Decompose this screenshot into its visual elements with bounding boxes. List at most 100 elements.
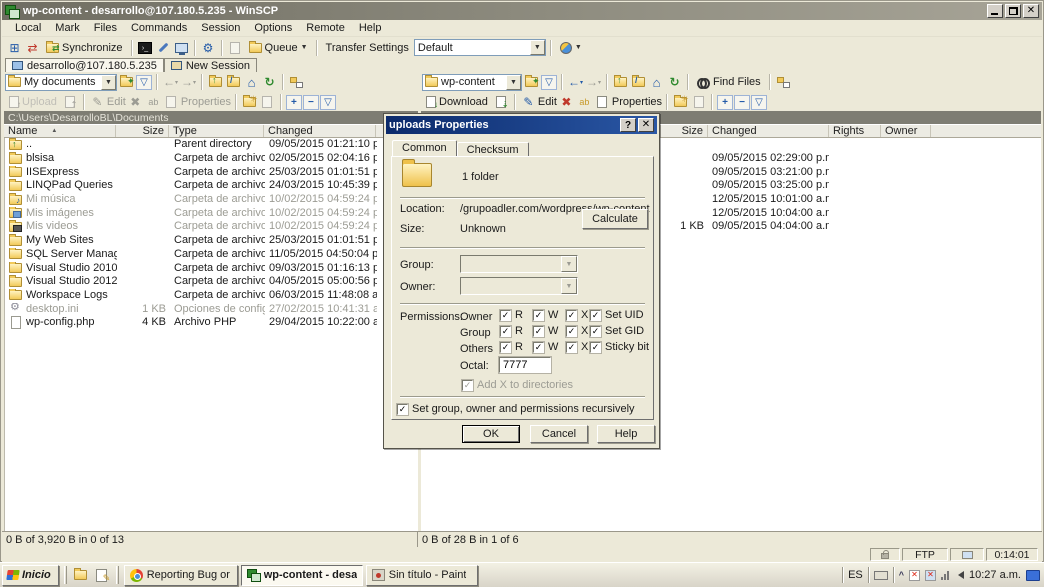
- remote-select-remove-button[interactable]: −: [734, 95, 750, 110]
- table-row[interactable]: Workspace Logs Carpeta de archivos 06/03…: [5, 289, 418, 303]
- local-properties-icon[interactable]: [163, 94, 180, 110]
- remote-forward-icon[interactable]: →▾: [585, 74, 602, 90]
- close-button[interactable]: ✕: [1023, 4, 1039, 18]
- setgid-checkbox[interactable]: ✓Set GID: [590, 325, 644, 337]
- task-winscp-button[interactable]: wp-content - desarrol...: [241, 565, 363, 586]
- transfer-settings-combo[interactable]: Default ▼: [414, 39, 546, 56]
- tab-common[interactable]: Common: [392, 140, 457, 157]
- local-select-add-button[interactable]: +: [286, 95, 302, 110]
- table-row[interactable]: Mis videos Carpeta de archivos 10/02/201…: [5, 220, 418, 234]
- table-row[interactable]: IISExpress Carpeta de archivos 25/03/201…: [5, 165, 418, 179]
- local-parent-directory-icon[interactable]: ↑: [207, 74, 224, 90]
- local-refresh-icon[interactable]: ↻: [261, 74, 278, 90]
- owner-execute-checkbox[interactable]: ✓X: [566, 309, 588, 321]
- column-header-size[interactable]: Size: [661, 125, 708, 137]
- table-row[interactable]: .. Parent directory 09/05/2015 01:21:10 …: [5, 138, 418, 152]
- commander-layout-icon[interactable]: ⊞: [6, 40, 23, 56]
- remote-delete-icon[interactable]: ✖: [558, 94, 575, 110]
- table-row[interactable]: My Web Sites Carpeta de archivos 25/03/2…: [5, 234, 418, 248]
- menu-item-remote[interactable]: Remote: [299, 21, 352, 35]
- task-paint-button[interactable]: Sin título - Paint: [366, 565, 478, 586]
- table-row[interactable]: Mi música Carpeta de archivos 10/02/2015…: [5, 193, 418, 207]
- recursive-checkbox[interactable]: ✓Set group, owner and permissions recurs…: [397, 403, 635, 415]
- local-filter-icon[interactable]: ▽: [136, 75, 152, 90]
- menu-item-session[interactable]: Session: [194, 21, 247, 35]
- table-row[interactable]: SQL Server Manageme... Carpeta de archiv…: [5, 248, 418, 262]
- setuid-checkbox[interactable]: ✓Set UID: [590, 309, 644, 321]
- menu-item-options[interactable]: Options: [247, 21, 299, 35]
- dialog-close-button[interactable]: ✕: [638, 118, 654, 132]
- column-header-changed[interactable]: Changed: [708, 125, 829, 137]
- start-button[interactable]: Inicio: [2, 565, 59, 586]
- quicklaunch-notepad-button[interactable]: [93, 566, 111, 584]
- group-write-checkbox[interactable]: ✓W: [533, 325, 558, 337]
- local-home-icon[interactable]: ⌂: [243, 74, 260, 90]
- owner-write-checkbox[interactable]: ✓W: [533, 309, 558, 321]
- queue-button[interactable]: Queue ▼: [245, 39, 312, 57]
- restore-button[interactable]: [1005, 4, 1021, 18]
- help-button-titlebar[interactable]: ?: [620, 118, 636, 132]
- owner-combo[interactable]: ▼: [460, 277, 578, 295]
- signal-strength-icon[interactable]: [941, 571, 949, 580]
- remote-properties-label[interactable]: Properties: [612, 96, 662, 108]
- chevron-down-icon[interactable]: ▼: [530, 40, 545, 55]
- local-directory-combo[interactable]: My documents ▼: [5, 74, 117, 91]
- menu-item-mark[interactable]: Mark: [48, 21, 86, 35]
- site-manager-button[interactable]: ▼: [556, 39, 586, 57]
- menu-item-help[interactable]: Help: [352, 21, 389, 35]
- tab-session-desarrollo[interactable]: desarrollo@107.180.5.235: [5, 58, 164, 72]
- dialog-title-bar[interactable]: uploads Properties ? ✕: [386, 116, 657, 134]
- group-combo[interactable]: ▼: [460, 255, 578, 273]
- title-bar[interactable]: wp-content - desarrollo@107.180.5.235 - …: [2, 2, 1042, 20]
- table-row[interactable]: Visual Studio 2012 Carpeta de archivos 0…: [5, 275, 418, 289]
- local-open-directory-icon[interactable]: ✦: [118, 74, 135, 90]
- menu-item-commands[interactable]: Commands: [124, 21, 194, 35]
- local-path-bar[interactable]: C:\Users\DesarrolloBL\Documents: [4, 111, 418, 124]
- menu-item-local[interactable]: Local: [8, 21, 48, 35]
- column-header-type[interactable]: Type: [169, 125, 264, 137]
- remote-edit-icon[interactable]: ✎: [520, 94, 537, 110]
- others-read-checkbox[interactable]: ✓R: [500, 341, 523, 353]
- remote-directory-combo[interactable]: wp-content ▼: [422, 74, 522, 91]
- local-select-remove-button[interactable]: −: [303, 95, 319, 110]
- language-indicator[interactable]: ES: [848, 569, 863, 581]
- quicklaunch-folder-button[interactable]: [72, 566, 90, 584]
- remote-tree-icon[interactable]: [775, 74, 792, 90]
- column-header-changed[interactable]: Changed: [264, 125, 376, 137]
- others-execute-checkbox[interactable]: ✓X: [566, 341, 588, 353]
- remote-home-icon[interactable]: ⌂: [648, 74, 665, 90]
- tab-new-session[interactable]: New Session: [164, 58, 257, 72]
- column-header-owner[interactable]: Owner: [881, 125, 931, 137]
- local-delete-icon[interactable]: ✖: [127, 94, 144, 110]
- local-new-file-icon[interactable]: [259, 94, 276, 110]
- column-header-name[interactable]: Name▲: [4, 125, 116, 137]
- column-header-rights[interactable]: Rights: [829, 125, 881, 137]
- local-back-icon[interactable]: ←▾: [162, 74, 179, 90]
- download-button[interactable]: ↓ Download: [422, 93, 492, 111]
- menu-item-files[interactable]: Files: [87, 21, 124, 35]
- queue-toggle-button[interactable]: [227, 40, 244, 56]
- remote-filter-icon[interactable]: ▽: [541, 75, 557, 90]
- remote-new-file-icon[interactable]: [690, 94, 707, 110]
- swap-panels-icon[interactable]: ⇄: [24, 40, 41, 56]
- tab-checksum[interactable]: Checksum: [457, 142, 529, 157]
- local-forward-icon[interactable]: →▾: [180, 74, 197, 90]
- table-row[interactable]: blsisa Carpeta de archivos 02/05/2015 02…: [5, 152, 418, 166]
- volume-icon[interactable]: [954, 571, 964, 579]
- task-browser-button[interactable]: Reporting Bug or Asking ...: [124, 565, 238, 586]
- preferences-gear-icon[interactable]: ⚙: [200, 40, 217, 56]
- session-settings-button[interactable]: [155, 40, 172, 56]
- stickybit-checkbox[interactable]: ✓Sticky bit: [590, 341, 649, 353]
- synchronize-button[interactable]: ⇄ Synchronize: [42, 39, 127, 57]
- local-new-folder-icon[interactable]: ✳: [241, 94, 258, 110]
- remote-edit-label[interactable]: Edit: [538, 96, 557, 108]
- group-execute-checkbox[interactable]: ✓X: [566, 325, 588, 337]
- column-header-size[interactable]: Size: [116, 125, 169, 137]
- remote-properties-icon[interactable]: [594, 94, 611, 110]
- remote-new-folder-icon[interactable]: ✳: [672, 94, 689, 110]
- console-button[interactable]: ›_: [137, 40, 154, 56]
- table-row[interactable]: Mis imágenes Carpeta de archivos 10/02/2…: [5, 206, 418, 220]
- others-write-checkbox[interactable]: ✓W: [533, 341, 558, 353]
- group-read-checkbox[interactable]: ✓R: [500, 325, 523, 337]
- help-button[interactable]: Help: [597, 425, 655, 443]
